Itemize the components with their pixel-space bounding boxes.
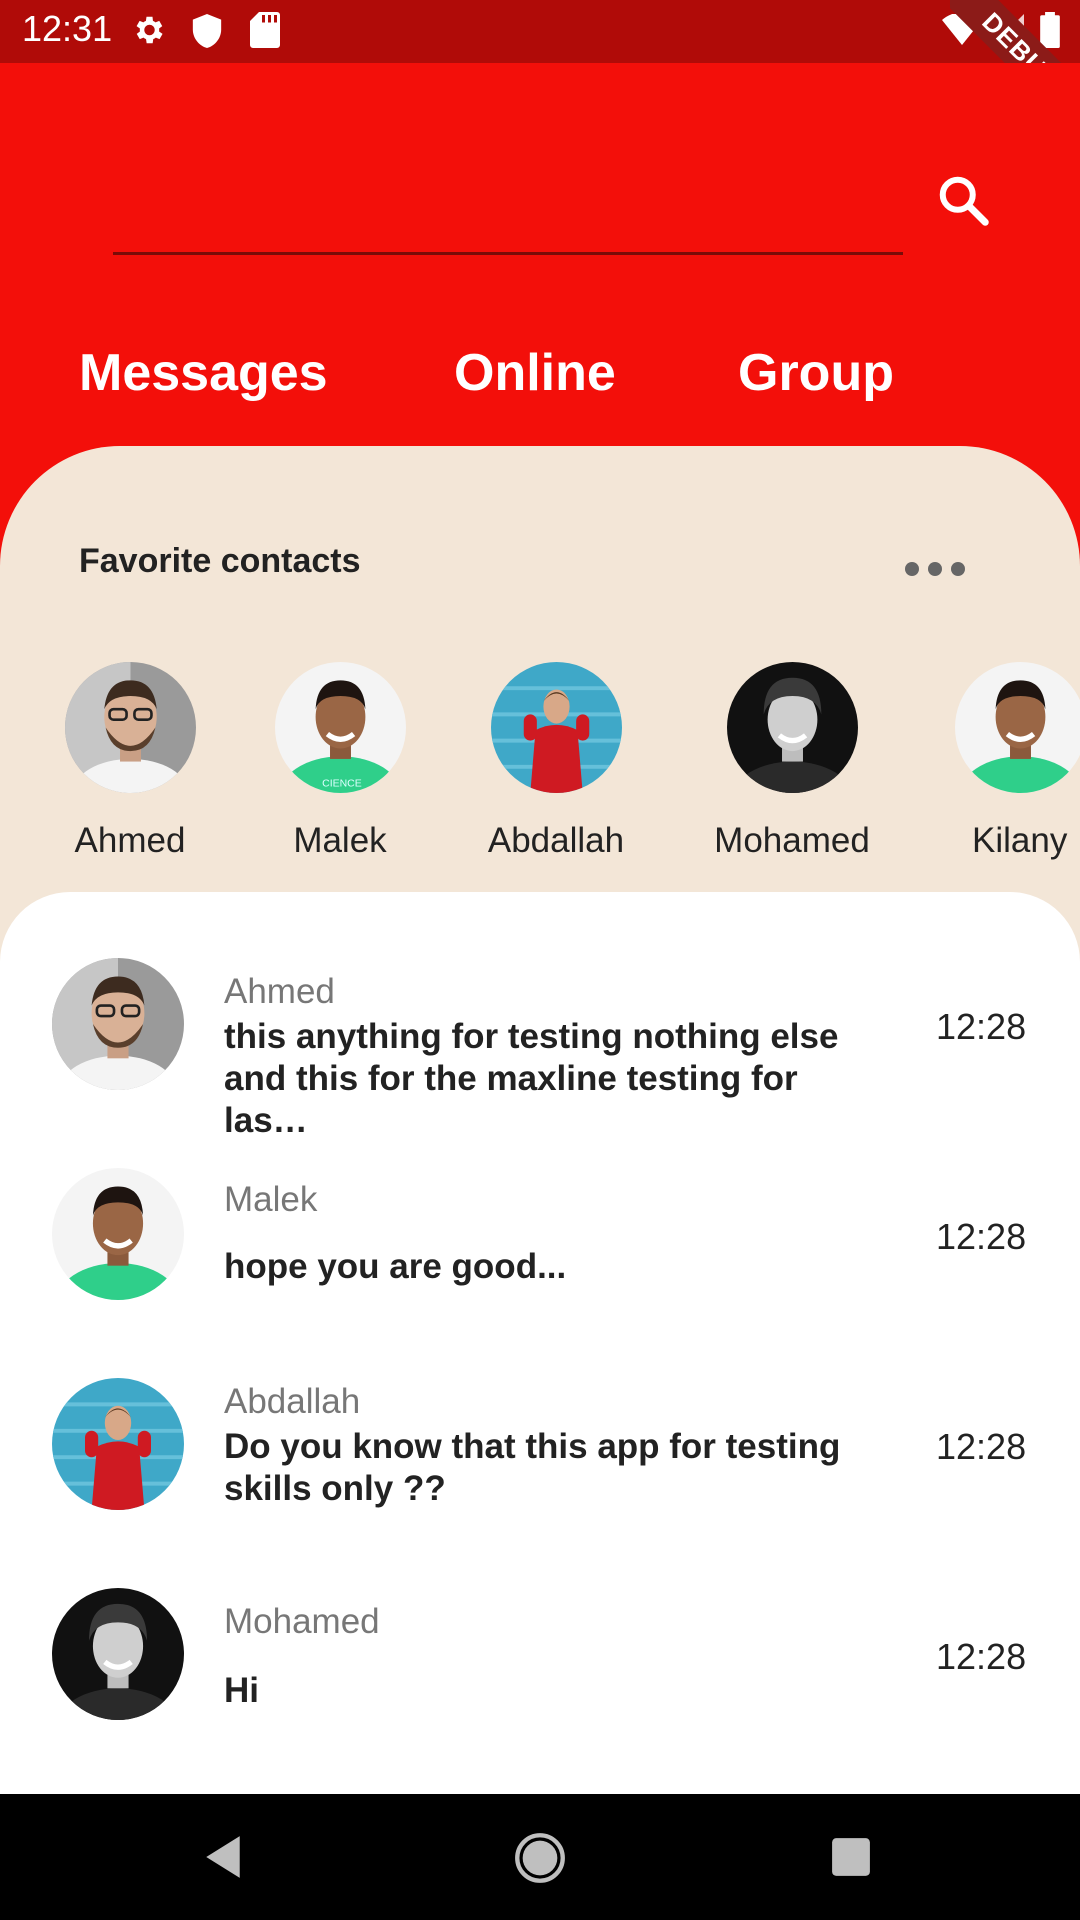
svg-text:CIENCE: CIENCE (322, 778, 362, 789)
favorites-title: Favorite contacts (79, 542, 361, 580)
status-time: 12:31 (22, 8, 113, 49)
message-time: 12:28 (936, 1006, 1027, 1047)
avatar (726, 662, 858, 793)
sd-card-icon (250, 12, 280, 48)
app-header: Messages Online Group (0, 63, 1080, 463)
message-row[interactable]: Abdallah Do you know that this app for t… (0, 1378, 1080, 1568)
message-preview: Do you know that this app for testing sk… (224, 1427, 841, 1508)
avatar: CIENCE (274, 662, 406, 793)
message-sender: Malek (224, 1180, 318, 1219)
search-icon (939, 176, 989, 226)
message-row[interactable]: Ahmed this anything for testing nothing … (0, 958, 1080, 1148)
recents-icon[interactable] (830, 1836, 872, 1878)
message-preview: this anything for testing nothing else a… (224, 1017, 839, 1140)
message-row[interactable]: Mohamed Hi 12:28 (0, 1588, 1080, 1778)
avatar (52, 958, 184, 1090)
avatar (490, 662, 622, 793)
message-time: 12:28 (936, 1636, 1027, 1677)
message-time: 12:28 (936, 1426, 1027, 1467)
messages-list: Ahmed this anything for testing nothing … (0, 892, 1080, 1794)
avatar (52, 1378, 184, 1510)
shield-icon (192, 14, 222, 48)
contact-name: Abdallah (487, 821, 625, 860)
tab-messages[interactable]: Messages (79, 343, 328, 403)
contact-name: Ahmed (74, 821, 186, 860)
tab-online[interactable]: Online (454, 343, 616, 403)
message-sender: Abdallah (224, 1382, 361, 1421)
favorite-contact[interactable]: Abdallah (466, 662, 646, 861)
tab-group[interactable]: Group (738, 343, 894, 403)
search-input[interactable] (113, 252, 903, 255)
system-nav-bar (0, 1794, 1080, 1920)
avatar (64, 662, 196, 793)
message-preview: hope you are good... (224, 1247, 567, 1286)
more-options-button[interactable] (905, 554, 971, 584)
contact-name: Kilany (972, 821, 1068, 860)
favorite-contact[interactable]: Ahmed (40, 662, 220, 861)
message-time: 12:28 (936, 1216, 1027, 1257)
favorite-contact[interactable]: CIENCE Malek (250, 662, 430, 861)
favorite-contact[interactable]: Kilany (930, 662, 1080, 861)
gear-icon (136, 16, 163, 44)
contact-name: Mohamed (714, 821, 870, 860)
status-bar: 12:31 (0, 0, 1080, 63)
favorite-contact[interactable]: Mohamed (702, 662, 882, 861)
message-sender: Ahmed (224, 972, 335, 1011)
search-button[interactable] (934, 171, 994, 231)
back-icon[interactable] (202, 1834, 244, 1880)
avatar (52, 1588, 184, 1720)
home-icon[interactable] (514, 1832, 566, 1884)
avatar (52, 1168, 184, 1300)
message-preview: Hi (224, 1671, 259, 1710)
avatar (954, 662, 1080, 793)
contact-name: Malek (293, 821, 387, 860)
message-row[interactable]: Malek hope you are good... 12:28 (0, 1168, 1080, 1358)
tab-bar: Messages Online Group (0, 343, 1080, 423)
more-horizontal-icon (905, 562, 919, 576)
message-sender: Mohamed (224, 1602, 380, 1641)
